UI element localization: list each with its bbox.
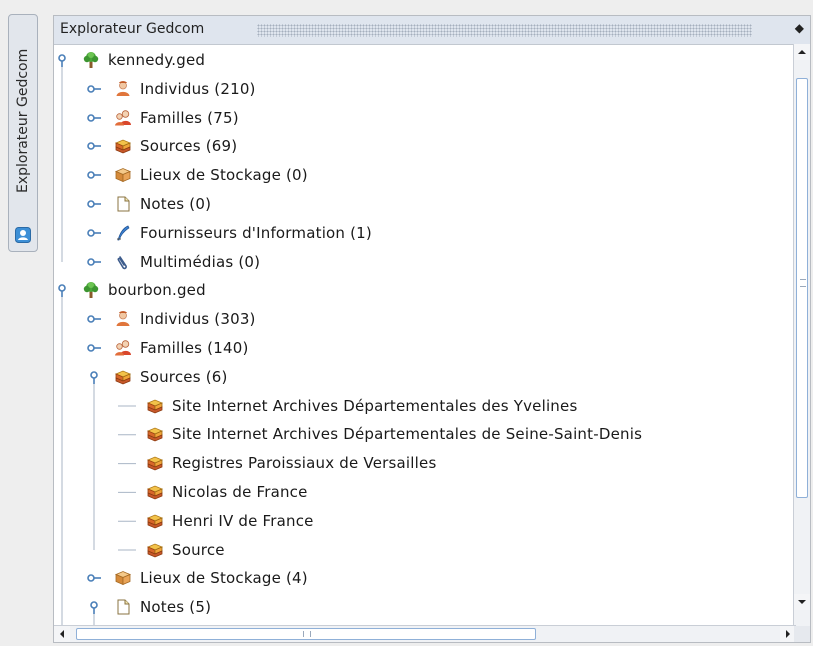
side-tab-label: Explorateur Gedcom xyxy=(15,48,31,194)
tree-node[interactable]: Sources (6) xyxy=(54,363,796,391)
tree-icon xyxy=(82,51,100,69)
tree-node[interactable]: Notes (5) xyxy=(54,593,796,621)
tree-node-label: Sources (6) xyxy=(140,367,228,386)
vertical-scrollbar[interactable] xyxy=(793,44,810,626)
box-icon xyxy=(114,166,132,184)
tree-node[interactable]: Individus (303) xyxy=(54,305,796,333)
title-bar-grip xyxy=(257,24,752,37)
tree-node-label: Lieux de Stockage (4) xyxy=(140,569,308,588)
tree-node-label: Fournisseurs d'Information (1) xyxy=(140,223,372,242)
collapsed-handle-icon[interactable] xyxy=(86,196,102,212)
tree-node[interactable]: Henri IV de France xyxy=(54,507,796,535)
panel-menu-button[interactable]: ◆ xyxy=(795,21,804,35)
book-icon xyxy=(114,368,132,386)
tree-node[interactable]: bourbon.ged xyxy=(54,276,796,304)
expanded-handle-icon[interactable] xyxy=(54,282,70,298)
tree-node[interactable]: Lieux de Stockage (0) xyxy=(54,161,796,189)
scroll-down-button[interactable] xyxy=(794,594,810,610)
arrow-left-icon xyxy=(60,630,64,638)
collapsed-handle-icon[interactable] xyxy=(86,138,102,154)
collapsed-handle-icon[interactable] xyxy=(86,254,102,270)
user-icon xyxy=(15,227,31,243)
tree-node-label: Registres Paroissiaux de Versailles xyxy=(172,454,437,473)
person-icon xyxy=(114,80,132,98)
tree-node[interactable]: Familles (140) xyxy=(54,334,796,362)
tree-node-label: Site Internet Archives Départementales d… xyxy=(172,425,643,444)
tree-node-label: Lieux de Stockage (0) xyxy=(140,166,308,185)
expanded-handle-icon[interactable] xyxy=(86,369,102,385)
tree-node-label: Source xyxy=(172,540,225,559)
horizontal-scrollbar[interactable] xyxy=(54,625,796,642)
family-icon xyxy=(114,339,132,357)
tree-node-label: bourbon.ged xyxy=(108,281,206,300)
book-icon xyxy=(146,541,164,559)
tree-node[interactable]: Site Internet Archives Départementales d… xyxy=(54,392,796,420)
note-icon xyxy=(114,195,132,213)
tree-node[interactable]: Individus (210) xyxy=(54,75,796,103)
scroll-up-button[interactable] xyxy=(794,44,810,60)
gedcom-tree: kennedy.ged Individus (210) Familles (75) S… xyxy=(54,44,796,626)
collapsed-handle-icon[interactable] xyxy=(86,110,102,126)
tree-node-label: Notes (0) xyxy=(140,195,212,213)
scroll-corner xyxy=(794,626,810,642)
panel-title: Explorateur Gedcom xyxy=(60,21,205,37)
tree-node[interactable]: kennedy.ged xyxy=(54,46,796,74)
paperclip-icon xyxy=(114,253,132,271)
tree-node[interactable]: Fournisseurs d'Information (1) xyxy=(54,219,796,247)
tree-node-label: kennedy.ged xyxy=(108,51,206,69)
arrow-up-icon xyxy=(798,50,806,54)
scroll-left-button[interactable] xyxy=(54,626,70,642)
tree-node[interactable]: Familles (75) xyxy=(54,104,796,132)
side-tab-explorateur[interactable]: Explorateur Gedcom xyxy=(8,14,38,252)
tree-node-label: Sources (69) xyxy=(140,137,238,156)
book-icon xyxy=(146,512,164,530)
tree-node-label: Familles (140) xyxy=(140,339,249,357)
expanded-handle-icon[interactable] xyxy=(86,599,102,615)
collapsed-handle-icon[interactable] xyxy=(86,167,102,183)
tree-node[interactable]: Notes (0) xyxy=(54,190,796,218)
book-icon xyxy=(146,425,164,443)
tree-node-label: Familles (75) xyxy=(140,108,239,127)
collapsed-handle-icon[interactable] xyxy=(86,311,102,327)
tree-node[interactable]: Lieux de Stockage (4) xyxy=(54,564,796,592)
collapsed-handle-icon[interactable] xyxy=(86,81,102,97)
horizontal-scroll-thumb[interactable] xyxy=(76,628,536,640)
tree-node[interactable]: Nicolas de France xyxy=(54,478,796,506)
collapsed-handle-icon[interactable] xyxy=(86,225,102,241)
tree-node-label: Multimédias (0) xyxy=(140,252,261,271)
tree-node-label: Individus (210) xyxy=(140,79,256,98)
tree-node[interactable]: Sources (69) xyxy=(54,132,796,160)
family-icon xyxy=(114,109,132,127)
tree-node-label: Site Internet Archives Départementales d… xyxy=(172,396,578,415)
book-icon xyxy=(146,483,164,501)
person-icon xyxy=(114,310,132,328)
collapsed-handle-icon[interactable] xyxy=(86,340,102,356)
collapsed-handle-icon[interactable] xyxy=(86,570,102,586)
tree-node[interactable]: Source xyxy=(54,536,796,564)
panel-title-bar[interactable]: Explorateur Gedcom ◆ xyxy=(54,16,810,45)
tree-node[interactable]: Multimédias (0) xyxy=(54,248,796,276)
tree-node-label: Henri IV de France xyxy=(172,511,314,530)
arrow-down-icon xyxy=(798,600,806,604)
tree-node-label: Notes (5) xyxy=(140,598,212,617)
tree-icon xyxy=(82,281,100,299)
book-icon xyxy=(114,137,132,155)
book-icon xyxy=(146,397,164,415)
expanded-handle-icon[interactable] xyxy=(54,52,70,68)
gedcom-explorer-panel: Explorateur Gedcom ◆ kennedy.ged Individu… xyxy=(53,15,811,643)
tree-node-label: Nicolas de France xyxy=(172,483,308,501)
tree-node[interactable]: Site Internet Archives Départementales d… xyxy=(54,420,796,448)
quill-icon xyxy=(114,224,132,242)
tree-node[interactable]: Registres Paroissiaux de Versailles xyxy=(54,449,796,477)
note-icon xyxy=(114,598,132,616)
vertical-scroll-thumb[interactable] xyxy=(796,78,808,498)
tree-node-label: Individus (303) xyxy=(140,310,256,329)
book-icon xyxy=(146,454,164,472)
box-icon xyxy=(114,569,132,587)
